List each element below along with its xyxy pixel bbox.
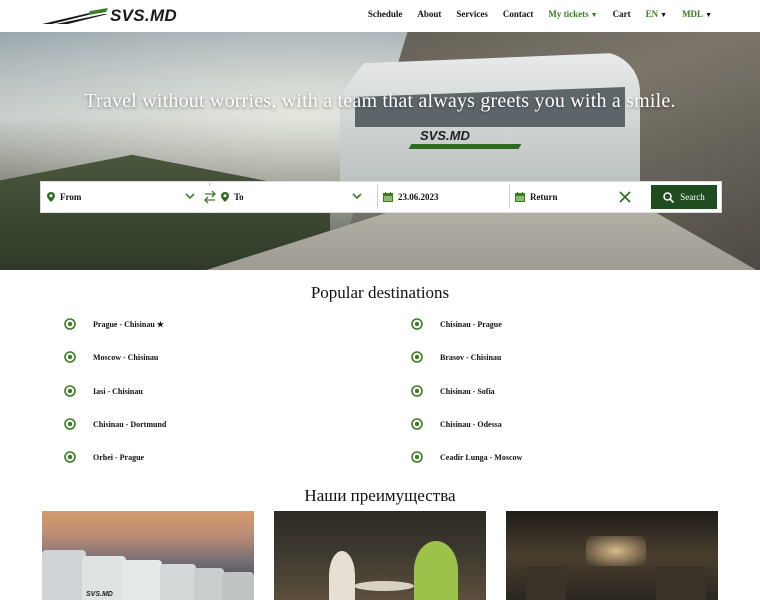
search-button-label: Search bbox=[680, 192, 705, 202]
map-pin-icon bbox=[47, 192, 55, 202]
calendar-icon bbox=[383, 192, 393, 202]
divider bbox=[377, 185, 378, 209]
destination-label: Chisinau - Odessa bbox=[440, 419, 502, 429]
destination-label: Ceadir Lunga - Moscow bbox=[440, 452, 523, 462]
card-bus-shape bbox=[122, 560, 162, 600]
card-interior-light bbox=[586, 536, 646, 566]
route-bullet-icon bbox=[411, 418, 423, 430]
swap-arrows-icon[interactable] bbox=[203, 189, 217, 205]
card-table-shape bbox=[354, 581, 414, 591]
hero-bus-stripe bbox=[408, 144, 522, 149]
currency-select[interactable]: MDL ▼ bbox=[682, 9, 712, 19]
nav-schedule[interactable]: Schedule bbox=[368, 9, 403, 19]
card-bus-shape bbox=[222, 572, 254, 600]
route-bullet-icon bbox=[64, 385, 76, 397]
nav-cart[interactable]: Cart bbox=[613, 9, 631, 19]
nav-my-tickets[interactable]: My tickets ▼ bbox=[548, 9, 597, 19]
card-seat-shape bbox=[656, 566, 706, 600]
departure-date-field[interactable]: 23.06.2023 bbox=[383, 182, 503, 212]
card-bus-shape bbox=[42, 550, 86, 600]
destination-label: Prague - Chisinau bbox=[93, 319, 155, 329]
list-item[interactable]: Chisinau - Dortmund bbox=[64, 418, 166, 430]
star-icon: ★ bbox=[156, 319, 164, 329]
route-bullet-icon bbox=[64, 418, 76, 430]
hero-bus-logo: SVS.MD bbox=[420, 128, 470, 143]
card-bus-shape bbox=[160, 564, 196, 600]
site-header: SVS.MD Schedule About Services Contact M… bbox=[0, 0, 760, 32]
list-item[interactable]: Orhei - Prague bbox=[64, 451, 144, 463]
from-field[interactable]: From bbox=[47, 182, 197, 212]
advantage-card-service-image bbox=[274, 511, 486, 600]
language-value: EN bbox=[645, 9, 659, 19]
return-placeholder: Return bbox=[530, 192, 558, 202]
chevron-down-icon: ▼ bbox=[590, 11, 598, 19]
nav-contact[interactable]: Contact bbox=[503, 9, 534, 19]
list-item[interactable]: Ceadir Lunga - Moscow bbox=[411, 451, 522, 463]
card-bus-logo: SVS.MD bbox=[86, 591, 113, 598]
destination-label: Brasov - Chisinau bbox=[440, 352, 502, 362]
to-field[interactable]: To bbox=[221, 182, 371, 212]
chevron-down-icon[interactable] bbox=[184, 190, 196, 202]
card-bus-shape bbox=[194, 568, 224, 600]
nav-about[interactable]: About bbox=[417, 9, 441, 19]
route-bullet-icon bbox=[411, 351, 423, 363]
chevron-down-icon[interactable] bbox=[351, 190, 363, 202]
route-bullet-icon bbox=[64, 451, 76, 463]
advantage-card-interior-image bbox=[506, 511, 718, 600]
to-placeholder: To bbox=[234, 192, 244, 202]
advantages-title: Наши преимущества bbox=[304, 486, 456, 505]
divider bbox=[209, 182, 210, 186]
destination-label: Chisinau - Dortmund bbox=[93, 419, 167, 429]
main-nav: Schedule About Services Contact My ticke… bbox=[353, 9, 712, 19]
calendar-icon bbox=[515, 192, 525, 202]
chevron-down-icon: ▼ bbox=[705, 11, 712, 19]
card-person-shape bbox=[414, 541, 458, 600]
hero-title: Travel without worries, with a team that… bbox=[84, 90, 676, 112]
site-logo[interactable]: SVS.MD bbox=[42, 6, 177, 26]
return-date-field[interactable]: Return bbox=[515, 182, 615, 212]
search-button[interactable]: Search bbox=[651, 185, 717, 209]
divider bbox=[509, 185, 510, 209]
destination-label: Iasi - Chisinau bbox=[93, 386, 143, 396]
nav-services[interactable]: Services bbox=[456, 9, 488, 19]
destination-label: Orhei - Prague bbox=[93, 452, 145, 462]
map-pin-icon bbox=[221, 192, 229, 202]
search-icon bbox=[663, 191, 675, 203]
close-icon[interactable] bbox=[619, 191, 631, 203]
advantage-card-fleet-image: SVS.MD bbox=[42, 511, 254, 600]
logo-text: SVS.MD bbox=[110, 6, 177, 25]
route-bullet-icon bbox=[411, 385, 423, 397]
list-item[interactable]: Chisinau - Sofia bbox=[411, 385, 495, 397]
route-bullet-icon bbox=[411, 318, 423, 330]
language-select[interactable]: EN ▼ bbox=[646, 9, 667, 19]
list-item[interactable]: Chisinau - Prague bbox=[411, 318, 502, 330]
list-item[interactable]: Prague - Chisinau ★ bbox=[64, 318, 164, 330]
logo-swoosh-icon bbox=[42, 8, 108, 24]
card-seat-shape bbox=[526, 566, 566, 600]
list-item[interactable]: Brasov - Chisinau bbox=[411, 351, 501, 363]
card-person-shape bbox=[329, 551, 355, 600]
list-item[interactable]: Moscow - Chisinau bbox=[64, 351, 158, 363]
currency-value: MDL bbox=[682, 9, 704, 19]
list-item[interactable]: Chisinau - Odessa bbox=[411, 418, 502, 430]
trip-search-form: From To 23.06.2023 Return Search bbox=[40, 181, 722, 213]
from-placeholder: From bbox=[60, 192, 82, 202]
destination-label: Moscow - Chisinau bbox=[93, 352, 159, 362]
departure-date-value: 23.06.2023 bbox=[398, 192, 439, 202]
hero-banner: SVS.MD Travel without worries, with a te… bbox=[0, 32, 760, 270]
nav-my-tickets-label: My tickets bbox=[548, 9, 589, 19]
destination-label: Chisinau - Prague bbox=[440, 319, 502, 329]
destination-label: Chisinau - Sofia bbox=[440, 386, 495, 396]
route-bullet-icon bbox=[411, 451, 423, 463]
popular-destinations-title: Popular destinations bbox=[310, 283, 450, 302]
list-item[interactable]: Iasi - Chisinau bbox=[64, 385, 143, 397]
route-bullet-icon bbox=[64, 351, 76, 363]
chevron-down-icon: ▼ bbox=[660, 11, 668, 19]
route-bullet-icon bbox=[64, 318, 76, 330]
